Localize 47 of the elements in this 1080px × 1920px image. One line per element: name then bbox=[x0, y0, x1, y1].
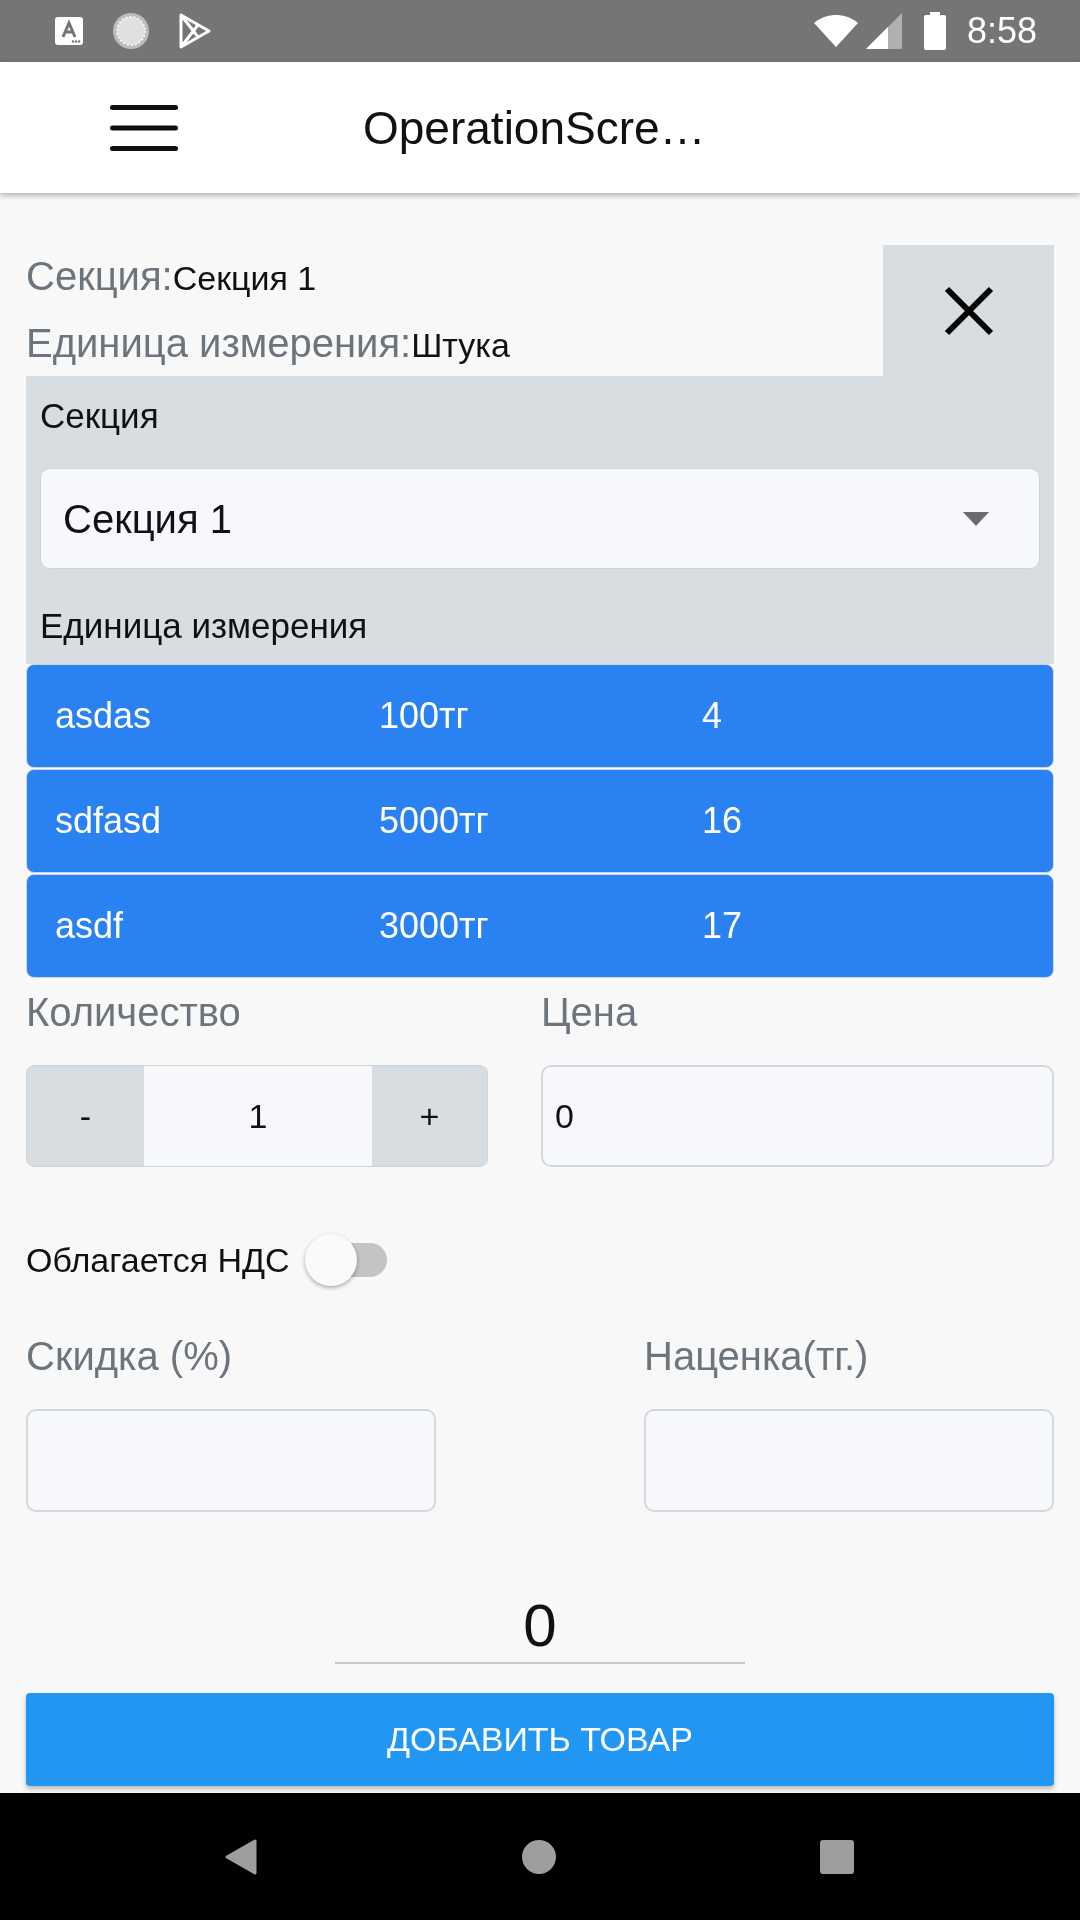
play-triangle-icon bbox=[178, 13, 212, 49]
home-icon bbox=[521, 1838, 557, 1875]
discount-label: Скидка (%) bbox=[26, 1334, 233, 1378]
wifi-icon bbox=[813, 15, 858, 47]
unit-row[interactable]: asdas 100тг 4 bbox=[26, 664, 1054, 768]
home-button[interactable] bbox=[521, 1838, 557, 1875]
battery-icon bbox=[923, 12, 946, 50]
price-label: Цена bbox=[541, 990, 639, 1034]
total-field[interactable]: 0 bbox=[335, 1590, 745, 1664]
unit-summary-text: Единица измерения:Штука bbox=[26, 319, 511, 367]
unit-row[interactable]: sdfasd 5000тг 16 bbox=[26, 769, 1054, 873]
unit-number: 16 bbox=[702, 799, 743, 843]
price-field[interactable]: 0 bbox=[541, 1065, 1054, 1167]
unit-name: asdas bbox=[55, 694, 153, 738]
app-title: OperationScre… bbox=[363, 100, 706, 156]
menu-icon bbox=[110, 104, 178, 151]
recents-button[interactable] bbox=[820, 1839, 854, 1874]
circle-icon bbox=[112, 12, 150, 50]
close-button[interactable] bbox=[883, 245, 1054, 376]
app-tile-icon bbox=[55, 17, 83, 45]
unit-price: 3000тг bbox=[379, 904, 490, 948]
quantity-field[interactable]: 1 bbox=[144, 1066, 372, 1166]
markup-field[interactable] bbox=[644, 1409, 1054, 1512]
unit-price: 100тг bbox=[379, 694, 470, 738]
unit-price: 5000тг bbox=[379, 799, 490, 843]
vat-switch[interactable] bbox=[304, 1234, 387, 1286]
status-time: 8:58 bbox=[966, 11, 1037, 51]
vat-label: Облагается НДС bbox=[26, 1240, 290, 1280]
menu-button[interactable] bbox=[110, 103, 178, 152]
section-label: Секция bbox=[40, 396, 160, 436]
recents-icon bbox=[820, 1839, 854, 1874]
unit-row[interactable]: asdf 3000тг 17 bbox=[26, 874, 1054, 978]
discount-field[interactable] bbox=[26, 1409, 436, 1512]
unit-number: 17 bbox=[702, 904, 743, 948]
section-select[interactable]: Секция 1 bbox=[40, 468, 1040, 569]
quantity-label: Количество bbox=[26, 990, 242, 1034]
markup-label: Наценка(тг.) bbox=[644, 1334, 870, 1378]
close-icon bbox=[943, 285, 994, 336]
unit-name: asdf bbox=[55, 904, 125, 948]
unit-label: Единица измерения bbox=[40, 606, 369, 646]
unit-number: 4 bbox=[702, 694, 723, 738]
section-summary-text: Секция:Секция 1 bbox=[26, 252, 318, 300]
back-icon bbox=[225, 1838, 257, 1875]
caret-icon bbox=[963, 511, 989, 526]
back-button[interactable] bbox=[223, 1837, 259, 1876]
signal-icon bbox=[865, 13, 902, 49]
unit-name: sdfasd bbox=[55, 799, 163, 843]
